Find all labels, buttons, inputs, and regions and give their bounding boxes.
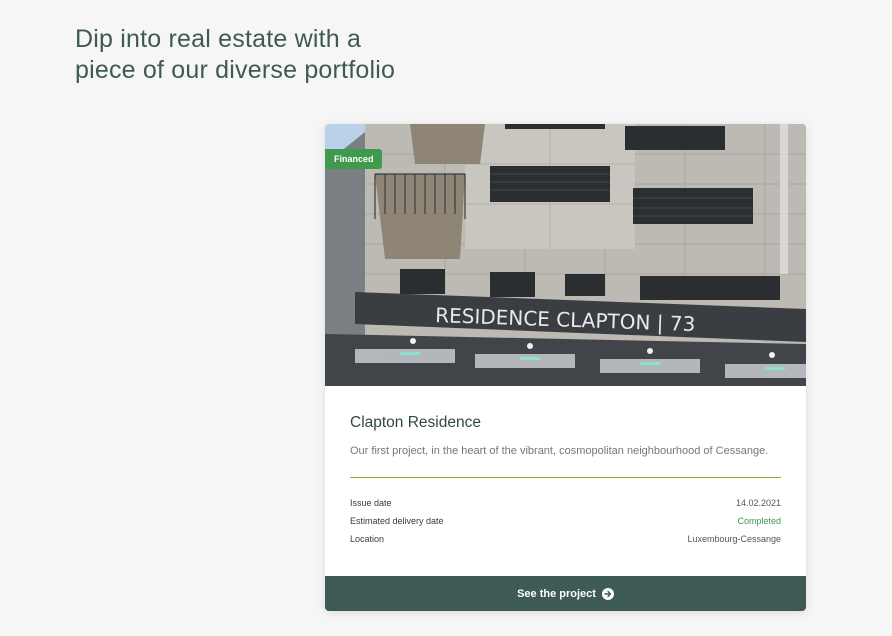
detail-row-issue-date: Issue date 14.02.2021: [350, 494, 781, 512]
detail-label: Estimated delivery date: [350, 516, 444, 526]
detail-label: Issue date: [350, 498, 392, 508]
heading-line-2: piece of our diverse portfolio: [75, 56, 396, 84]
see-project-label: See the project: [517, 587, 596, 600]
project-photo: RESIDENCE CLAPTON | 73 Financed: [325, 124, 806, 386]
project-description: Our first project, in the heart of the v…: [350, 445, 769, 457]
detail-row-delivery-date: Estimated delivery date Completed: [350, 512, 781, 530]
project-title: Clapton Residence: [350, 414, 481, 431]
divider: [350, 477, 781, 478]
status-badge: Financed: [325, 149, 382, 169]
heading-line-1: Dip into real estate with a: [75, 25, 362, 53]
section-heading: Dip into real estate with a piece of our…: [75, 24, 495, 86]
detail-label: Location: [350, 534, 385, 544]
detail-value: Luxembourg-Cessange: [687, 534, 781, 544]
see-project-button[interactable]: See the project: [325, 576, 806, 611]
detail-row-location: Location Luxembourg-Cessange: [350, 530, 781, 548]
project-card[interactable]: RESIDENCE CLAPTON | 73 Financed Clapton …: [325, 124, 806, 611]
detail-value: 14.02.2021: [735, 498, 781, 508]
detail-value: Completed: [737, 516, 781, 526]
card-body: Clapton Residence Our first project, in …: [350, 386, 781, 548]
arrow-right-circle-icon: [601, 587, 614, 600]
project-details: Issue date 14.02.2021 Estimated delivery…: [350, 494, 781, 548]
